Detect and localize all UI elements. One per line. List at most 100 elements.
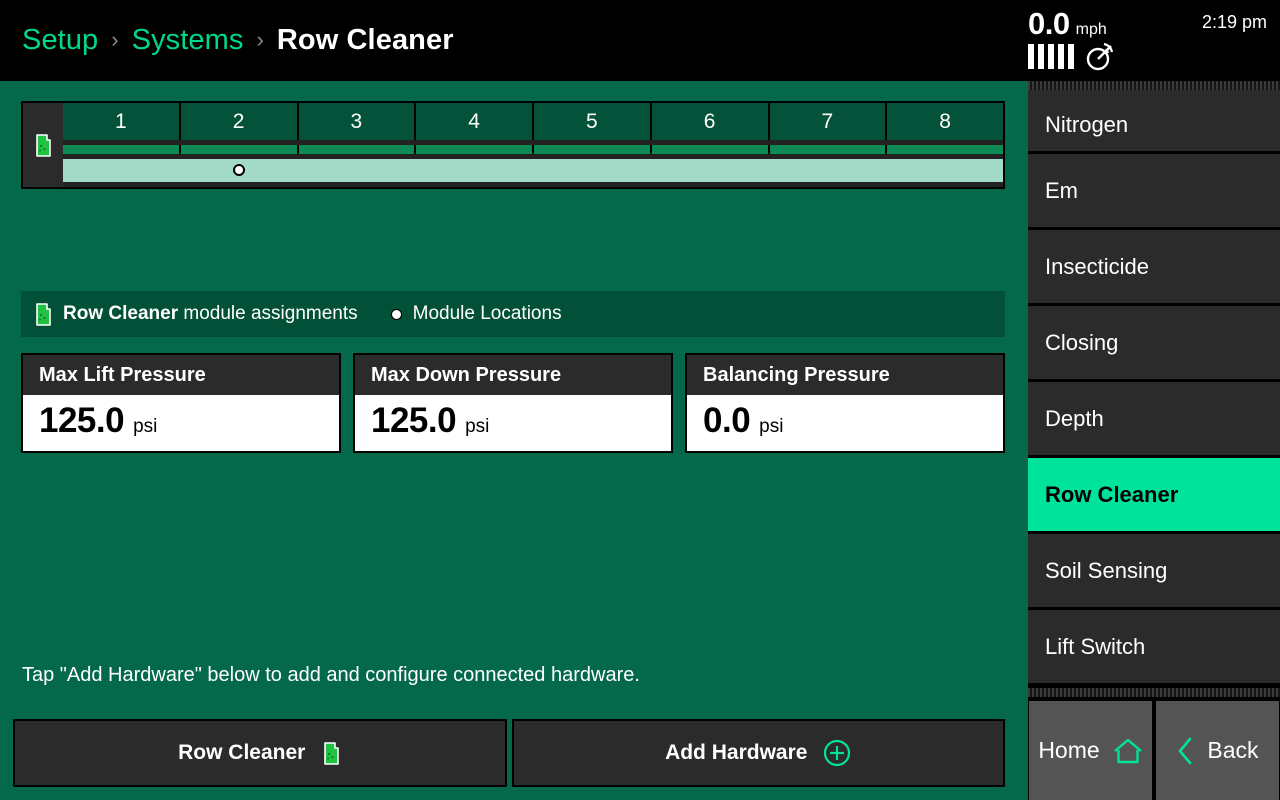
- pressure-cards: Max Lift Pressure 125.0 psi Max Down Pressu…: [21, 353, 1005, 453]
- sidebar-item-depth[interactable]: Depth: [1028, 382, 1280, 455]
- row-header-cell[interactable]: 5: [534, 103, 652, 141]
- row-header-cell[interactable]: 3: [298, 103, 417, 141]
- row-diagram-module-legend-cell: [23, 103, 63, 187]
- row-number-header: 12345678: [63, 103, 1003, 141]
- breadcrumb-separator: ›: [256, 26, 264, 52]
- legend-locations-label: Module Locations: [412, 303, 562, 324]
- row-header-cell[interactable]: 6: [651, 103, 770, 141]
- legend-bar: Row Cleaner module assignments Module Lo…: [21, 291, 1005, 337]
- row-status-cell: [416, 145, 534, 154]
- sidebar-item-closing[interactable]: Closing: [1028, 306, 1280, 379]
- signal-bar: [1068, 44, 1074, 69]
- house-icon: [1113, 738, 1142, 763]
- row-status-cell: [298, 145, 417, 154]
- breadcrumb: Setup › Systems › Row Cleaner: [22, 0, 454, 81]
- sidebar-item-row-cleaner[interactable]: Row Cleaner: [1028, 458, 1280, 531]
- sidebar-item-lift-switch[interactable]: Lift Switch: [1028, 610, 1280, 683]
- row-status-cell: [887, 145, 1003, 154]
- row-cleaner-button-label: Row Cleaner: [178, 741, 306, 764]
- sidebar-item-label: Lift Switch: [1045, 633, 1146, 659]
- signal-bar: [1058, 44, 1064, 69]
- row-status-cell: [534, 145, 652, 154]
- sidebar-scroll-indicator-top[interactable]: [1028, 81, 1280, 90]
- app-screen: Setup › Systems › Row Cleaner 0.0 mph 2:…: [0, 0, 1280, 800]
- row-header-cell[interactable]: 4: [416, 103, 534, 141]
- signal-strength-icon: [1028, 44, 1074, 69]
- legend-assignment-text: Row Cleaner module assignments: [63, 303, 358, 325]
- pressure-card-value: 0.0: [703, 401, 751, 440]
- chevron-left-icon: [1179, 737, 1192, 764]
- breadcrumb-separator: ›: [111, 26, 119, 52]
- pressure-card-value: 125.0: [371, 401, 457, 440]
- speed-readout: 0.0 mph: [1028, 6, 1107, 42]
- main-panel: 12345678 Row Cleaner module assignments: [0, 81, 1024, 800]
- home-button[interactable]: Home: [1029, 701, 1152, 800]
- back-button-label: Back: [1207, 737, 1259, 763]
- pressure-card[interactable]: Max Down Pressure 125.0 psi: [353, 353, 673, 453]
- module-location-marker[interactable]: [232, 164, 245, 177]
- hint-text: Tap "Add Hardware" below to add and conf…: [22, 664, 640, 686]
- filled-circle-icon: [390, 308, 402, 320]
- legend-assignment-bold: Row Cleaner: [63, 303, 179, 324]
- row-status-cell: [651, 145, 770, 154]
- row-cleaner-module-icon: [324, 741, 340, 765]
- signal-bar: [1038, 44, 1044, 69]
- pressure-card-header: Max Down Pressure: [355, 355, 671, 395]
- row-cleaner-button[interactable]: Row Cleaner: [13, 719, 507, 787]
- row-status-cell: [180, 145, 299, 154]
- pressure-card-body[interactable]: 125.0 psi: [23, 395, 339, 451]
- breadcrumb-item-current: Row Cleaner: [276, 24, 454, 56]
- row-cleaner-module-icon: [36, 133, 51, 157]
- row-header-cell[interactable]: 2: [180, 103, 299, 141]
- sidebar-item-label: Nitrogen: [1045, 112, 1129, 137]
- home-button-label: Home: [1038, 737, 1100, 763]
- sidebar-menu: Nitrogen Em Insecticide Closing Depth Row Cle…: [1028, 90, 1280, 688]
- nav-buttons: Home Back: [1028, 701, 1280, 800]
- sidebar-item-em[interactable]: Em: [1028, 154, 1280, 227]
- legend-assignment-rest: module assignments: [178, 303, 358, 324]
- pressure-card-unit: psi: [759, 416, 784, 437]
- sidebar-item-label: Row Cleaner: [1045, 481, 1179, 507]
- pressure-card-title: Max Lift Pressure: [39, 363, 206, 386]
- row-header-cell[interactable]: 7: [769, 103, 888, 141]
- row-status-cell: [63, 145, 181, 154]
- pressure-card-header: Max Lift Pressure: [23, 355, 339, 395]
- add-hardware-button[interactable]: Add Hardware: [511, 719, 1005, 787]
- pressure-card-title: Balancing Pressure: [703, 363, 890, 386]
- row-status-band: [63, 145, 1003, 154]
- legend-module-locations: Module Locations: [390, 303, 562, 325]
- pressure-card[interactable]: Max Lift Pressure 125.0 psi: [21, 353, 341, 453]
- pressure-card-body[interactable]: 0.0 psi: [687, 395, 1003, 451]
- row-diagram-columns: 12345678: [63, 103, 1003, 188]
- clock: 2:19 pm: [1201, 12, 1267, 32]
- add-hardware-button-label: Add Hardware: [665, 741, 808, 764]
- pressure-card-unit: psi: [133, 416, 158, 437]
- row-layout-diagram[interactable]: 12345678: [21, 101, 1005, 189]
- sidebar-item-label: Em: [1045, 177, 1078, 203]
- sidebar-item-nitrogen[interactable]: Nitrogen: [1028, 90, 1280, 151]
- sidebar: Nitrogen Em Insecticide Closing Depth Row Cle…: [1028, 81, 1280, 800]
- row-header-cell[interactable]: 8: [887, 103, 1003, 141]
- row-cleaner-module-icon: [36, 302, 51, 326]
- signal-bar: [1028, 44, 1034, 69]
- breadcrumb-item-systems[interactable]: Systems: [132, 24, 244, 57]
- plus-circle-icon: [824, 739, 851, 767]
- pressure-card[interactable]: Balancing Pressure 0.0 psi: [685, 353, 1005, 453]
- pressure-card-title: Max Down Pressure: [371, 363, 562, 386]
- pressure-card-body[interactable]: 125.0 psi: [355, 395, 671, 451]
- breadcrumb-item-setup[interactable]: Setup: [22, 24, 98, 57]
- action-bar: Row Cleaner Add Hardware: [13, 719, 1005, 787]
- module-location-band[interactable]: [63, 158, 1003, 183]
- back-button[interactable]: Back: [1156, 701, 1279, 800]
- row-header-cell[interactable]: 1: [63, 103, 181, 141]
- sidebar-scroll-indicator-bottom[interactable]: [1028, 688, 1280, 697]
- pressure-card-unit: psi: [465, 416, 490, 437]
- sidebar-item-insecticide[interactable]: Insecticide: [1028, 230, 1280, 303]
- row-status-cell: [769, 145, 888, 154]
- status-area: 0.0 mph 2:19 pm: [1020, 0, 1280, 81]
- pressure-card-value: 125.0: [39, 401, 125, 440]
- sidebar-item-label: Closing: [1045, 329, 1119, 355]
- sidebar-item-soil-sensing[interactable]: Soil Sensing: [1028, 534, 1280, 607]
- sidebar-item-label: Insecticide: [1045, 253, 1149, 279]
- satellite-dish-icon: [1086, 42, 1114, 71]
